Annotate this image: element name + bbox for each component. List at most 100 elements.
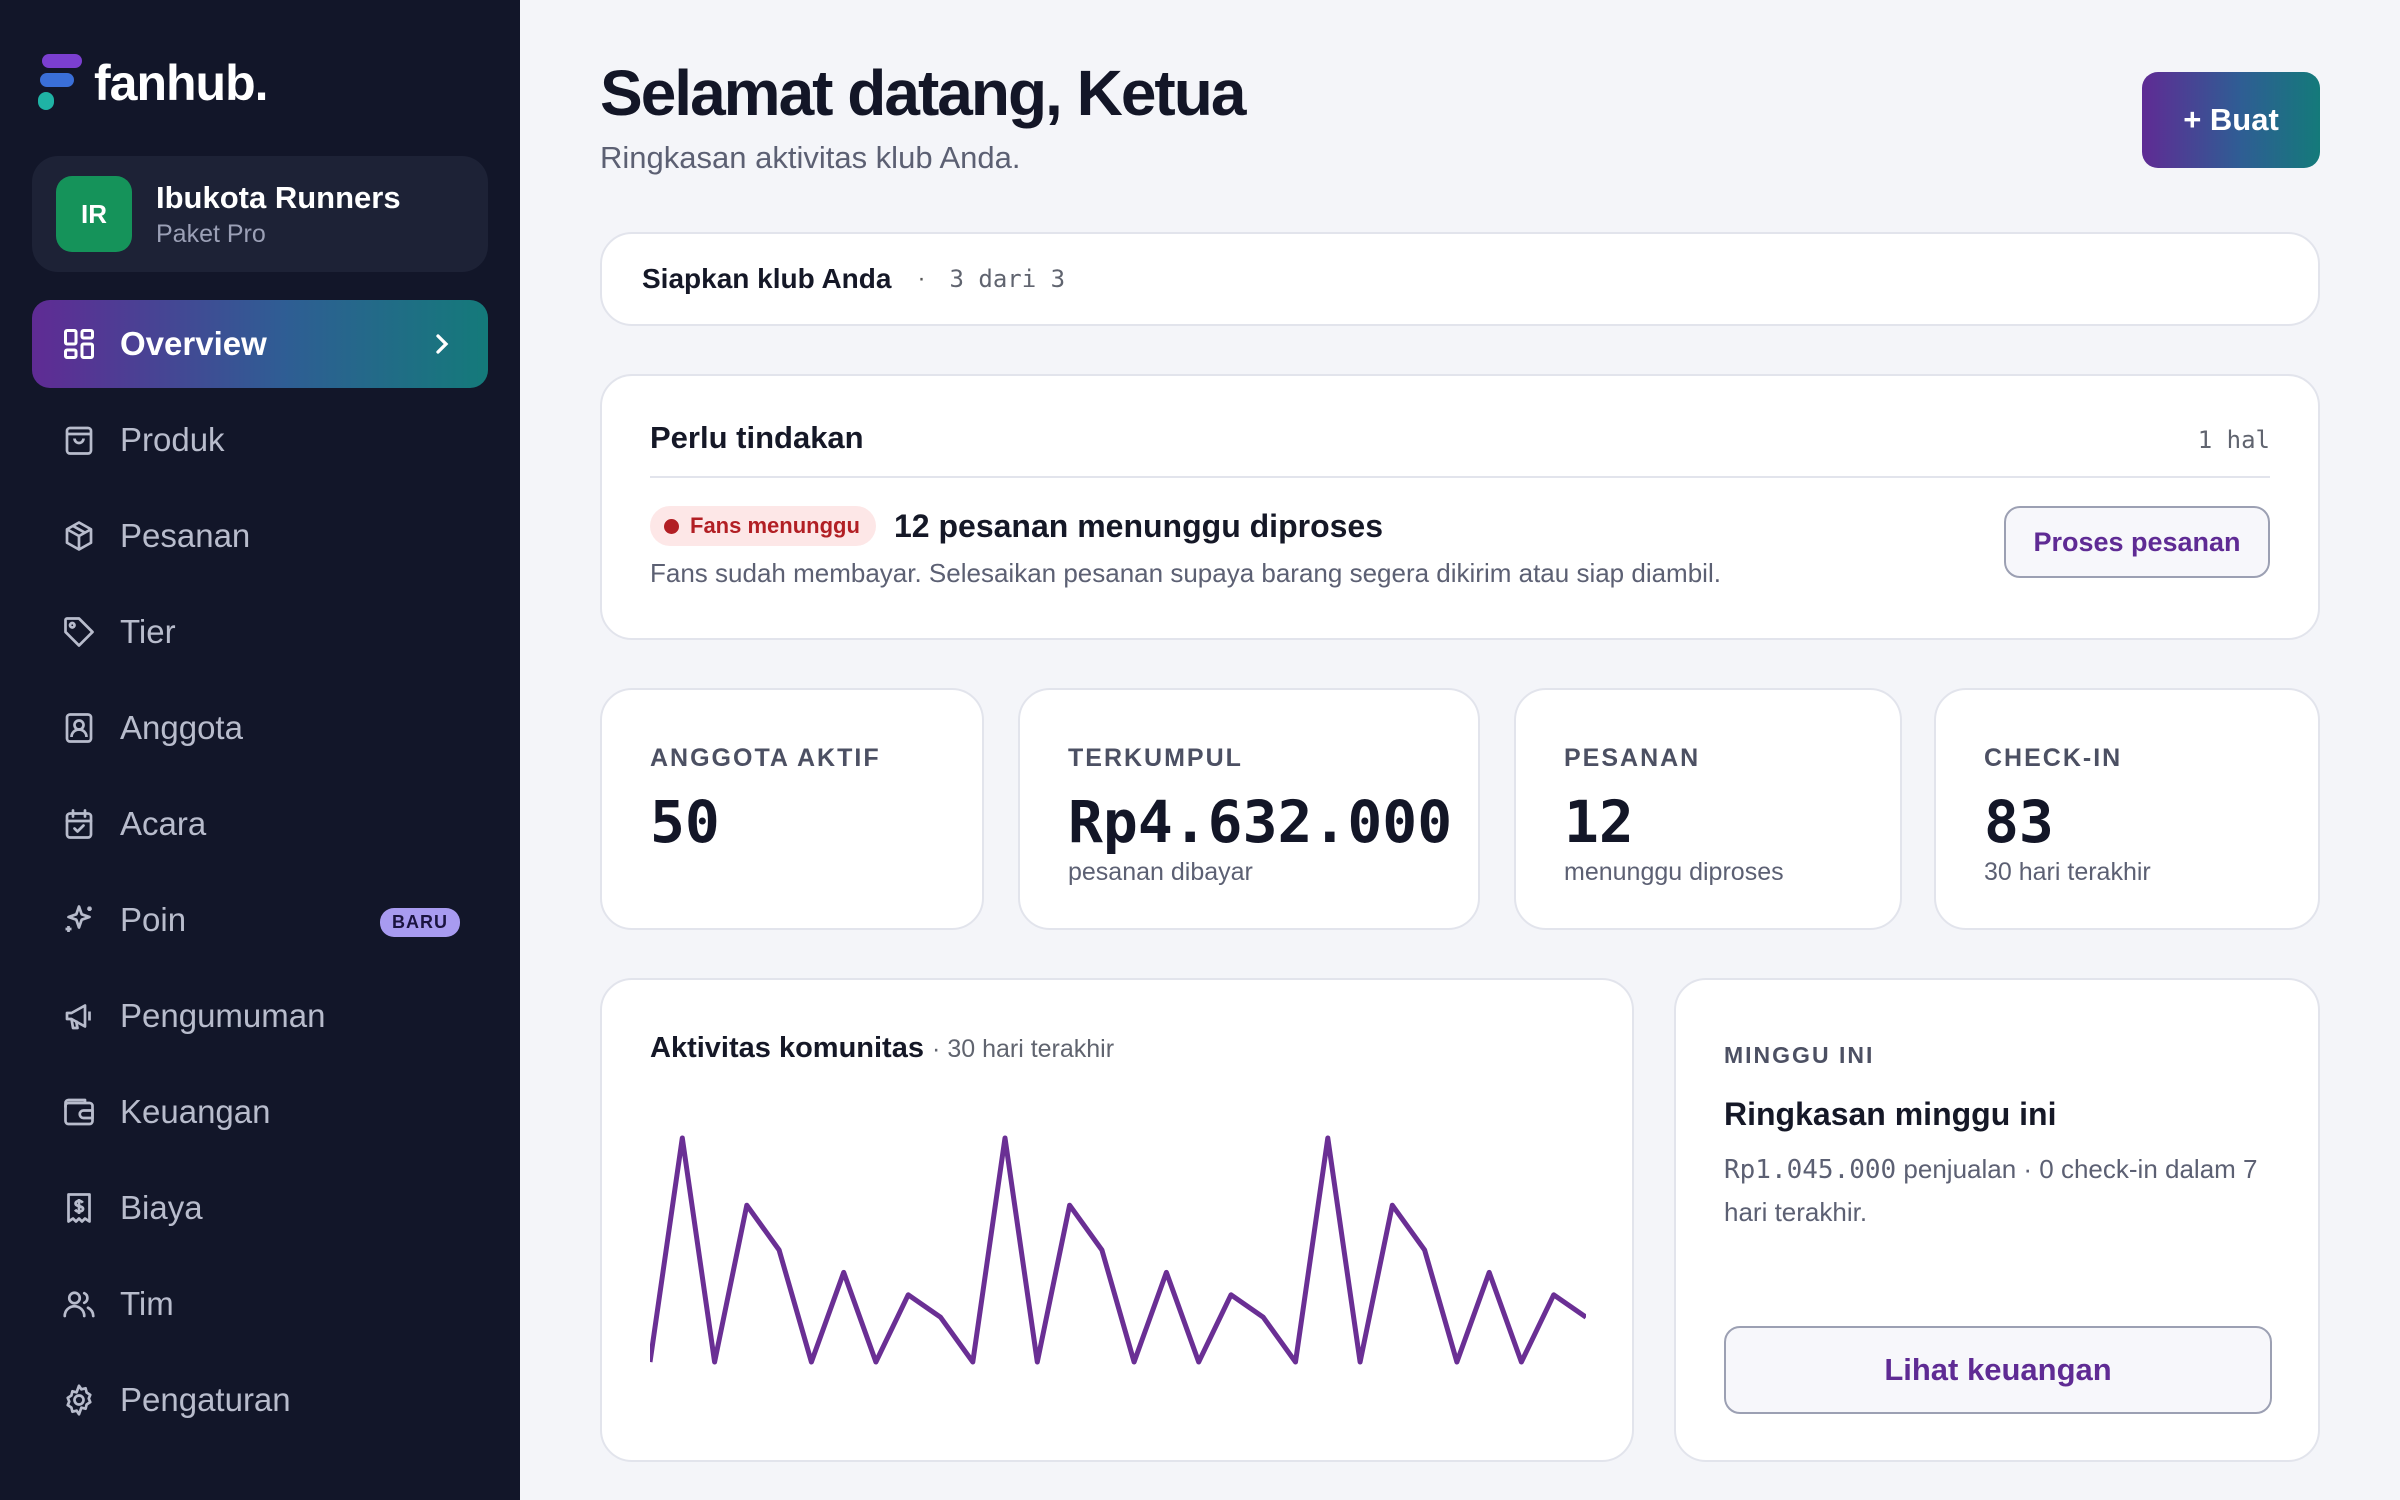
sidebar-item-label: Pesanan [120, 517, 251, 554]
stat-sub: pesanan dibayar [1068, 858, 1253, 886]
activity-point-3 [712, 1359, 718, 1365]
alert-dot-icon [664, 519, 679, 534]
action-title: Perlu tindakan [650, 420, 864, 455]
sidebar-item-produk[interactable]: Produk [32, 396, 488, 484]
view-finance-button[interactable]: Lihat keuangan [1724, 1326, 2272, 1414]
package-icon [60, 517, 98, 555]
create-button[interactable]: + Buat [2142, 72, 2320, 168]
activity-point-23 [1357, 1359, 1363, 1365]
sidebar-item-label: Produk [120, 421, 225, 458]
activity-point-26 [1454, 1359, 1460, 1365]
gear-icon [60, 1381, 98, 1419]
sidebar-item-pengumuman[interactable]: Pengumuman [32, 972, 488, 1060]
stat-value: 83 [1984, 788, 2054, 856]
grid-icon [60, 325, 98, 363]
activity-line-chart [650, 1135, 1586, 1365]
tag-icon [60, 613, 98, 651]
activity-point-8 [873, 1359, 879, 1365]
activity-point-22 [1325, 1135, 1331, 1141]
stat-card-orders: PESANAN 12 menunggu diproses [1514, 688, 1902, 930]
stat-label: TERKUMPUL [1068, 744, 1243, 772]
sidebar-item-acara[interactable]: Acara [32, 780, 488, 868]
page-subtitle: Ringkasan aktivitas klub Anda. [600, 140, 1021, 175]
brand-logo[interactable]: fanhub. [38, 54, 269, 112]
sidebar-item-biaya[interactable]: Biaya [32, 1164, 488, 1252]
chart-title-text: Aktivitas komunitas [650, 1032, 924, 1064]
week-label: MINGGU INI [1724, 1042, 1875, 1068]
activity-point-5 [776, 1247, 782, 1253]
activity-point-19 [1228, 1292, 1234, 1298]
action-headline: 12 pesanan menunggu diproses [894, 508, 1383, 544]
sidebar-item-tier[interactable]: Tier [32, 588, 488, 676]
activity-point-7 [841, 1269, 847, 1275]
activity-point-4 [744, 1202, 750, 1208]
activity-point-21 [1293, 1359, 1299, 1365]
club-avatar: IR [56, 176, 132, 252]
stat-value: Rp4.632.000 [1068, 788, 1453, 856]
calendar-check-icon [60, 805, 98, 843]
shopping-bag-icon [60, 421, 98, 459]
activity-point-13 [1034, 1359, 1040, 1365]
activity-point-25 [1422, 1247, 1428, 1253]
wallet-icon [60, 1093, 98, 1131]
activity-point-29 [1551, 1292, 1557, 1298]
status-badge: Fans menunggu [650, 506, 876, 546]
club-name: Ibukota Runners [156, 179, 401, 215]
sidebar-nav: Overview Produk Pesanan Tier Anggota Aca… [32, 300, 488, 1452]
action-required-card: Perlu tindakan 1 hal Fans menunggu 12 pe… [600, 374, 2320, 640]
sidebar-item-label: Overview [120, 325, 267, 362]
setup-progress: 3 dari 3 [949, 265, 1066, 293]
activity-point-17 [1163, 1269, 1169, 1275]
sparkles-icon [60, 901, 98, 939]
stat-value: 12 [1564, 788, 1634, 856]
week-summary-card: MINGGU INI Ringkasan minggu ini Rp1.045.… [1674, 978, 2320, 1462]
chevron-right-icon [436, 334, 449, 354]
activity-point-18 [1196, 1359, 1202, 1365]
chart-title: Aktivitas komunitas · 30 hari terakhir [650, 1032, 1114, 1065]
activity-point-10 [938, 1314, 944, 1320]
sidebar: fanhub. IR Ibukota Runners Paket Pro Ove… [0, 0, 520, 1500]
activity-point-6 [808, 1359, 814, 1365]
activity-point-12 [1002, 1135, 1008, 1141]
club-plan: Paket Pro [156, 219, 266, 248]
sidebar-item-label: Anggota [120, 709, 243, 746]
stat-value: 50 [650, 788, 720, 856]
stat-card-collected: TERKUMPUL Rp4.632.000 pesanan dibayar [1018, 688, 1480, 930]
activity-point-28 [1518, 1359, 1524, 1365]
sidebar-item-anggota[interactable]: Anggota [32, 684, 488, 772]
sidebar-item-label: Keuangan [120, 1093, 271, 1130]
page-title: Selamat datang, Ketua [600, 57, 1246, 129]
setup-club-bar[interactable]: Siapkan klub Anda · 3 dari 3 [600, 232, 2320, 326]
club-switcher[interactable]: IR Ibukota Runners Paket Pro [32, 156, 488, 272]
sidebar-item-label: Acara [120, 805, 207, 842]
sidebar-item-poin[interactable]: Poin BARU [32, 876, 488, 964]
sidebar-item-label: Tier [120, 613, 176, 650]
divider [650, 476, 2270, 478]
activity-point-9 [905, 1292, 911, 1298]
sidebar-item-pesanan[interactable]: Pesanan [32, 492, 488, 580]
stat-sub: 30 hari terakhir [1984, 858, 2151, 886]
setup-separator: · [917, 265, 926, 292]
action-description: Fans sudah membayar. Selesaikan pesanan … [650, 558, 1721, 588]
megaphone-icon [60, 997, 98, 1035]
stat-label: ANGGOTA AKTIF [650, 744, 881, 772]
activity-point-14 [1067, 1202, 1073, 1208]
fanhub-logo-icon [38, 54, 82, 112]
sidebar-item-keuangan[interactable]: Keuangan [32, 1068, 488, 1156]
sidebar-item-overview[interactable]: Overview [32, 300, 488, 388]
activity-point-24 [1389, 1202, 1395, 1208]
activity-point-27 [1486, 1269, 1492, 1275]
activity-series-line [650, 1135, 1586, 1365]
users-icon [60, 1285, 98, 1323]
stat-card-active-members: ANGGOTA AKTIF 50 [600, 688, 984, 930]
stat-label: CHECK-IN [1984, 744, 2123, 772]
stat-label: PESANAN [1564, 744, 1701, 772]
sidebar-item-label: Biaya [120, 1189, 203, 1226]
sidebar-item-tim[interactable]: Tim [32, 1260, 488, 1348]
new-badge: BARU [380, 908, 460, 937]
sidebar-item-label: Pengumuman [120, 997, 326, 1034]
sidebar-item-pengaturan[interactable]: Pengaturan [32, 1356, 488, 1444]
week-sales-amount: Rp1.045.000 [1724, 1155, 1897, 1185]
process-orders-button[interactable]: Proses pesanan [2004, 506, 2270, 578]
stat-card-checkin: CHECK-IN 83 30 hari terakhir [1934, 688, 2320, 930]
